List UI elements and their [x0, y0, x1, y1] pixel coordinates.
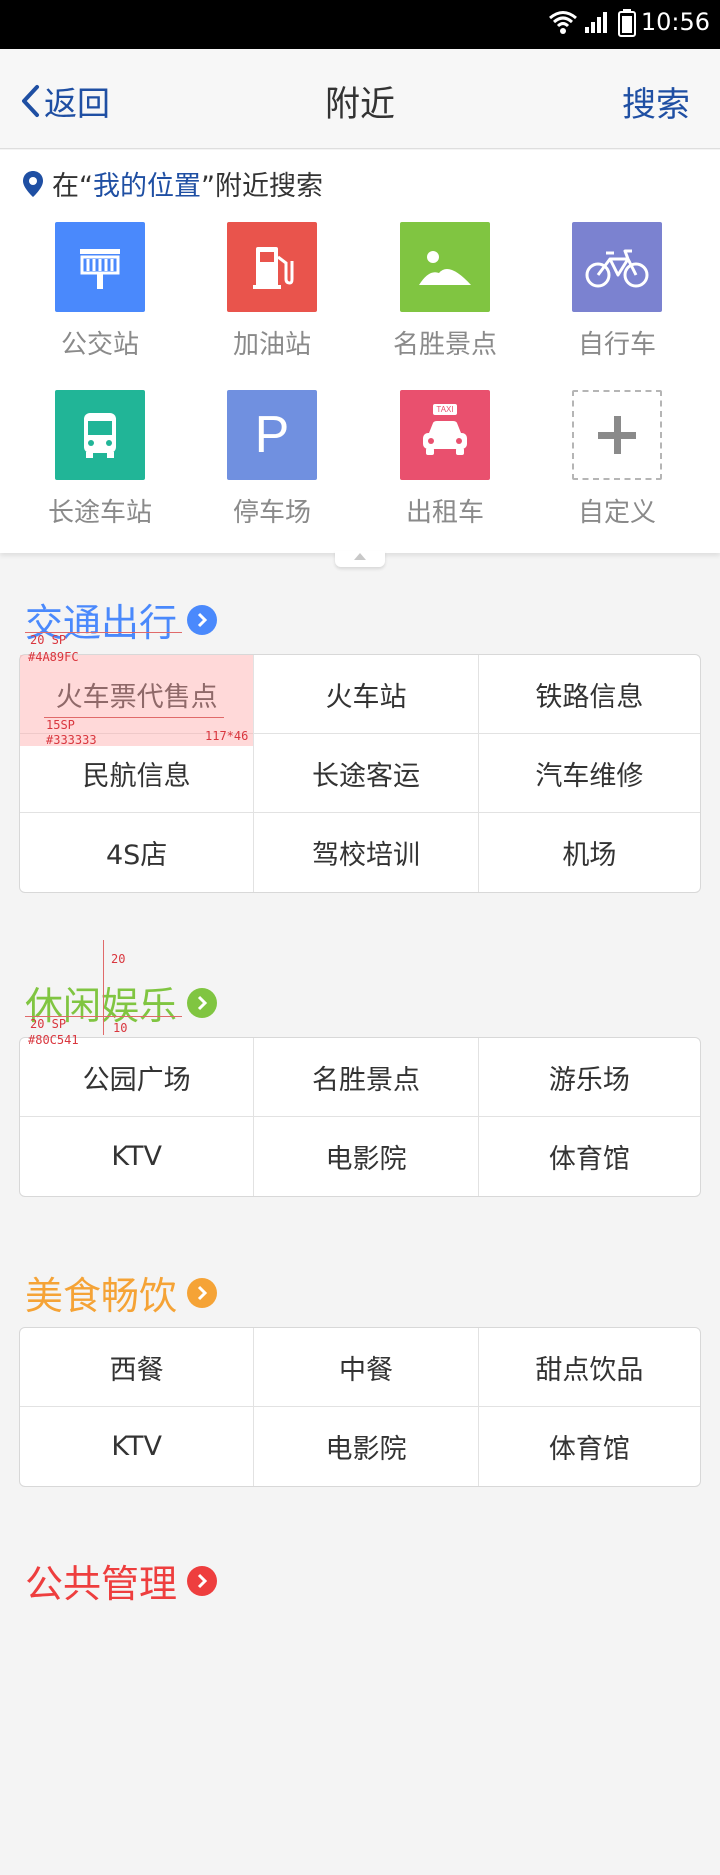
nearby-item-custom[interactable]: 自定义: [542, 390, 692, 529]
page-title: 附近: [324, 85, 395, 125]
table-row: 4S店 驾校培训 机场: [20, 813, 700, 892]
chevron-right-icon: [187, 987, 218, 1018]
category-cell[interactable]: 体育馆: [479, 1407, 700, 1486]
location-prefix: 在“: [52, 171, 93, 202]
nearby-item-coach[interactable]: 长途车站: [25, 390, 175, 529]
search-button[interactable]: 搜索: [622, 77, 690, 126]
category-cell[interactable]: 铁路信息: [479, 655, 700, 733]
category-cell[interactable]: 机场: [479, 813, 700, 892]
category-cell[interactable]: 名胜景点: [254, 1038, 479, 1116]
nearby-item-landscape[interactable]: 名胜景点: [370, 222, 520, 361]
category-cell[interactable]: 西餐: [20, 1328, 255, 1406]
category-cell[interactable]: 4S店: [20, 813, 255, 892]
nearby-item-bicycle[interactable]: 自行车: [542, 222, 692, 361]
table-row: KTV 电影院 体育馆: [20, 1117, 700, 1196]
location-pin-icon: [23, 170, 43, 197]
table-row: 公园广场 名胜景点 游乐场: [20, 1038, 700, 1117]
nearby-item-bus-stop[interactable]: 公交站: [25, 222, 175, 361]
annotation-title2-size: 20 SP: [30, 1017, 67, 1031]
nearby-item-label: 公交站: [60, 330, 139, 360]
signal-icon: [584, 9, 610, 39]
parking-icon: P: [227, 390, 317, 480]
annotation-title-color: #4A89FC: [28, 650, 79, 664]
category-cell[interactable]: 体育馆: [479, 1117, 700, 1196]
status-bar: 10:56: [0, 0, 720, 49]
coach-icon: [55, 390, 145, 480]
category-cell[interactable]: KTV: [20, 1117, 255, 1196]
taxi-badge: TAXI: [433, 404, 457, 415]
nav-bar: 返回 附近 搜索: [0, 49, 720, 149]
category-cell[interactable]: 长途客运: [254, 734, 479, 812]
battery-icon: [618, 9, 636, 41]
nearby-item-label: 加油站: [232, 330, 311, 360]
nearby-item-label: 停车场: [232, 498, 311, 528]
nearby-item-label: 自定义: [577, 498, 656, 528]
section-title-food[interactable]: 美食畅饮: [25, 1265, 218, 1320]
table-row: 西餐 中餐 甜点饮品: [20, 1328, 700, 1407]
my-location-link[interactable]: 我的位置: [93, 164, 201, 203]
annotation-title2-color: #80C541: [28, 1033, 79, 1047]
location-line: 在“ 我的位置 ”附近搜索: [22, 164, 323, 203]
section-title-text: 美食畅饮: [25, 1274, 178, 1318]
section-title-public[interactable]: 公共管理: [25, 1553, 218, 1608]
collapse-handle[interactable]: [335, 551, 385, 567]
table-row: KTV 电影院 体育馆: [20, 1407, 700, 1486]
food-card: 西餐 中餐 甜点饮品 KTV 电影院 体育馆: [19, 1327, 701, 1487]
annotation-cell-dim: 117*46: [205, 729, 249, 743]
annotation-title-size: 20 SP: [30, 633, 67, 647]
nearby-item-gas-station[interactable]: 加油站: [197, 222, 347, 361]
chevron-right-icon: [187, 1277, 218, 1308]
category-cell[interactable]: 电影院: [254, 1407, 479, 1486]
status-time: 10:56: [640, 8, 710, 36]
annotation-cell-size: 15SP: [46, 718, 75, 732]
nearby-item-label: 长途车站: [47, 498, 152, 528]
chevron-right-icon: [187, 604, 218, 635]
gas-station-icon: [227, 222, 317, 312]
section-title-text: 公共管理: [25, 1562, 178, 1606]
chevron-right-icon: [187, 1565, 218, 1596]
location-suffix: ”附近搜索: [201, 171, 323, 202]
annotation-gap-top: 20: [111, 952, 126, 966]
category-cell[interactable]: 汽车维修: [479, 734, 700, 812]
nearby-item-taxi[interactable]: TAXI 出租车: [370, 390, 520, 529]
category-cell[interactable]: 甜点饮品: [479, 1328, 700, 1406]
nearby-item-parking[interactable]: P 停车场: [197, 390, 347, 529]
category-cell[interactable]: 火车站: [254, 655, 479, 733]
category-cell[interactable]: KTV: [20, 1407, 255, 1486]
nearby-panel: 在“ 我的位置 ”附近搜索 公交站 加油站 名胜景点 自行车 长途车站 P 停车…: [0, 150, 720, 553]
nearby-item-label: 名胜景点: [392, 330, 497, 360]
plus-icon: [572, 390, 662, 480]
category-cell[interactable]: 驾校培训: [254, 813, 479, 892]
leisure-card: 公园广场 名胜景点 游乐场 KTV 电影院 体育馆: [19, 1037, 701, 1197]
annotation-spacing-line: [103, 940, 104, 1035]
parking-glyph: P: [254, 406, 290, 464]
category-cell[interactable]: 电影院: [254, 1117, 479, 1196]
nearby-item-label: 出租车: [405, 498, 484, 528]
wifi-icon: [548, 9, 578, 39]
bicycle-icon: [572, 222, 662, 312]
nearby-item-label: 自行车: [577, 330, 656, 360]
annotation-cell-color: #333333: [46, 733, 97, 747]
category-cell[interactable]: 公园广场: [20, 1038, 255, 1116]
category-cell[interactable]: 中餐: [254, 1328, 479, 1406]
annotation-gap-bottom: 10: [113, 1021, 128, 1035]
taxi-icon: TAXI: [400, 390, 490, 480]
bus-stop-icon: [55, 222, 145, 312]
category-cell[interactable]: 游乐场: [479, 1038, 700, 1116]
landscape-icon: [400, 222, 490, 312]
